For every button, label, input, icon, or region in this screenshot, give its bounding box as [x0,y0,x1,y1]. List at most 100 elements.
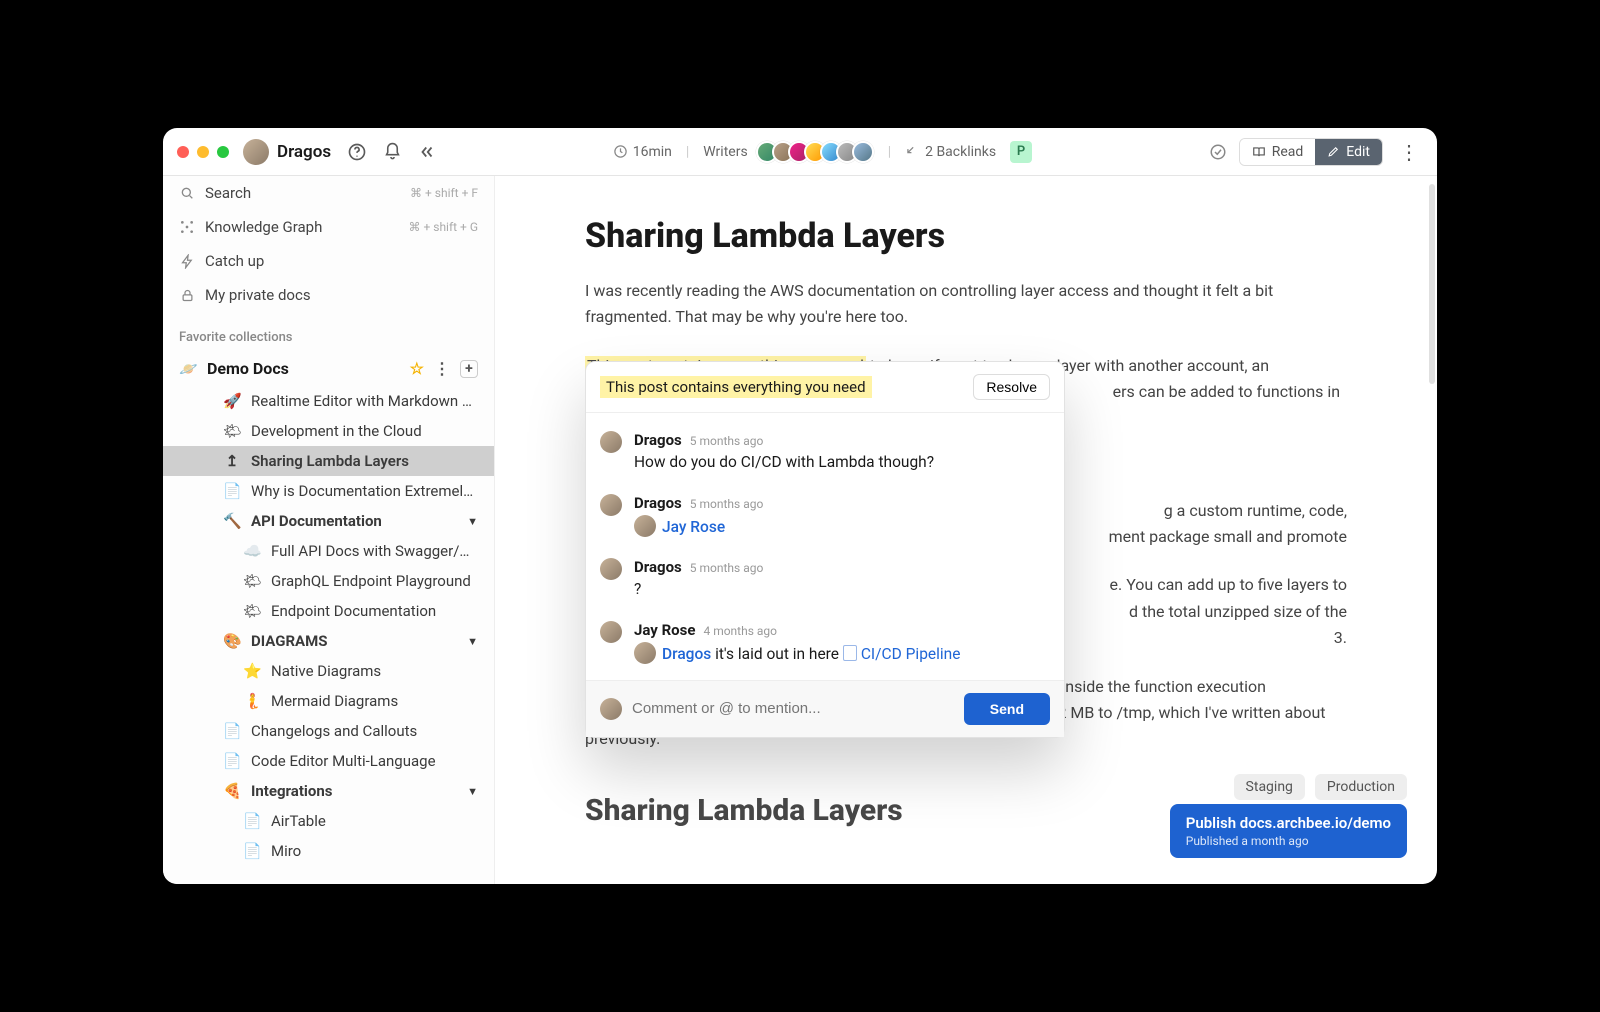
user-mention[interactable]: Dragos [662,645,711,663]
private-docs-button[interactable]: My private docs [163,278,494,312]
knowledge-graph-button[interactable]: Knowledge Graph ⌘ + shift + G [163,210,494,244]
search-icon [179,185,195,201]
catch-up-button[interactable]: Catch up [163,244,494,278]
publish-tags: Staging Production [1234,774,1407,800]
chevron-down-icon[interactable]: ▼ [467,785,478,798]
tree-item-label: Mermaid Diagrams [271,692,478,710]
tree-item[interactable]: 🍕Integrations▼ [163,776,494,806]
doc-icon: 🔨 [223,512,241,530]
username: Dragos [277,142,331,162]
comment-thread-popover: This post contains everything you need R… [585,361,1065,738]
comment-text: Dragos it's laid out in here CI/CD Pipel… [634,642,1050,666]
comment-input[interactable] [632,700,954,717]
doc-icon: ⭐ [243,662,261,680]
tag-staging[interactable]: Staging [1234,774,1305,800]
page-title: Sharing Lambda Layers [585,216,1347,256]
tree-item-label: GraphQL Endpoint Playground [271,572,478,590]
header-right: Read Edit ⋮ [1209,138,1423,166]
collection-menu-icon[interactable]: ⋮ [434,359,450,378]
tree-item[interactable]: 🌤 Endpoint Documentation [163,596,494,626]
tree-item[interactable]: 🚀 Realtime Editor with Markdown Sho… [163,386,494,416]
comment: Dragos5 months agoJay Rose [600,484,1050,549]
titlebar: Dragos 16min | Writers [163,128,1437,176]
graph-icon [179,219,195,235]
tree-item[interactable]: 📄Miro [163,836,494,866]
edit-mode-button[interactable]: Edit [1315,139,1382,165]
shortcut-hint: ⌘ + shift + F [410,186,478,200]
doc-link-icon [843,645,857,661]
tree-item-label: Sharing Lambda Layers [251,452,478,470]
doc-icon: ☁️ [243,542,261,560]
paragraph: I was recently reading the AWS documenta… [585,278,1347,331]
search-button[interactable]: Search ⌘ + shift + F [163,176,494,210]
tree-item[interactable]: 🌤GraphQL Endpoint Playground [163,566,494,596]
tree-item[interactable]: 🧜 Mermaid Diagrams [163,686,494,716]
doc-link[interactable]: CI/CD Pipeline [861,645,961,663]
tree-item-label: Code Editor Multi-Language [251,752,478,770]
tree-item[interactable]: 📄Why is Documentation Extremely I… [163,476,494,506]
tree-item-label: Realtime Editor with Markdown Sho… [251,392,478,410]
collection-header[interactable]: 🪐 Demo Docs ☆ ⋮ + [163,351,494,386]
window-controls [177,146,229,158]
favorites-section-label: Favorite collections [163,312,494,351]
tree-item[interactable]: 🔨API Documentation▼ [163,506,494,536]
presence-badge[interactable]: P [1010,141,1032,163]
help-icon[interactable] [347,142,367,162]
minimize-window-icon[interactable] [197,146,209,158]
doc-icon: 📄 [223,752,241,770]
doc-icon: 🚀 [223,392,241,410]
comment: Jay Rose4 months agoDragos it's laid out… [600,611,1050,676]
collapse-sidebar-icon[interactable] [418,143,436,161]
add-doc-icon[interactable]: + [460,360,478,378]
tree-item[interactable]: ↥ Sharing Lambda Layers [163,446,494,476]
doc-icon: 📄 [223,482,241,500]
avatar [600,558,622,580]
comment-author: Dragos [634,494,682,512]
comment-time: 5 months ago [690,434,764,448]
publish-subtitle: Published a month ago [1186,834,1391,848]
close-window-icon[interactable] [177,146,189,158]
user-mention[interactable]: Jay Rose [662,518,725,536]
writers-label[interactable]: Writers [703,144,747,160]
doc-icon: 🍕 [223,782,241,800]
writers-avatars[interactable] [762,141,874,163]
doc-icon: 🌤 [243,602,261,620]
tree-item-label: Miro [271,842,478,860]
avatar [243,139,269,165]
publish-banner[interactable]: Publish docs.archbee.io/demo Published a… [1170,804,1407,858]
more-menu-icon[interactable]: ⋮ [1395,140,1423,164]
tree-item[interactable]: ⭐Native Diagrams [163,656,494,686]
user-chip[interactable]: Dragos [243,139,331,165]
header-meta: 16min | Writers | 2 Backlinks P [613,141,1032,163]
collection-name: Demo Docs [207,359,289,378]
tree-item[interactable]: 🎨DIAGRAMS▼ [163,626,494,656]
tree-item[interactable]: 📄 Code Editor Multi-Language [163,746,494,776]
mode-toggle: Read Edit [1239,138,1383,166]
tree-item[interactable]: 📄Changelogs and Callouts [163,716,494,746]
maximize-window-icon[interactable] [217,146,229,158]
tree-item[interactable]: 🌤Development in the Cloud [163,416,494,446]
comment-text: ? [634,579,1050,601]
chevron-down-icon[interactable]: ▼ [467,515,478,528]
avatar [634,642,656,664]
doc-icon: 📄 [243,812,261,830]
task-check-icon[interactable] [1209,143,1227,161]
doc-icon: 🧜 [243,692,261,710]
send-button[interactable]: Send [964,693,1050,725]
notifications-icon[interactable] [383,142,402,161]
doc-icon: ↥ [223,452,241,470]
tree-item-label: Development in the Cloud [251,422,478,440]
tree-item[interactable]: ☁️Full API Docs with Swagger/Op… [163,536,494,566]
shortcut-hint: ⌘ + shift + G [408,220,478,234]
chevron-down-icon[interactable]: ▼ [467,635,478,648]
publish-title: Publish docs.archbee.io/demo [1186,814,1391,832]
resolve-button[interactable]: Resolve [973,374,1050,400]
backlinks-button[interactable]: 2 Backlinks [905,144,996,160]
comment-author: Dragos [634,558,682,576]
read-mode-button[interactable]: Read [1240,139,1316,165]
star-icon[interactable]: ☆ [410,359,424,378]
comment-input-row: Send [586,680,1064,737]
tree-item[interactable]: 📄AirTable [163,806,494,836]
tree-item-label: Endpoint Documentation [271,602,478,620]
tag-production[interactable]: Production [1315,774,1407,800]
